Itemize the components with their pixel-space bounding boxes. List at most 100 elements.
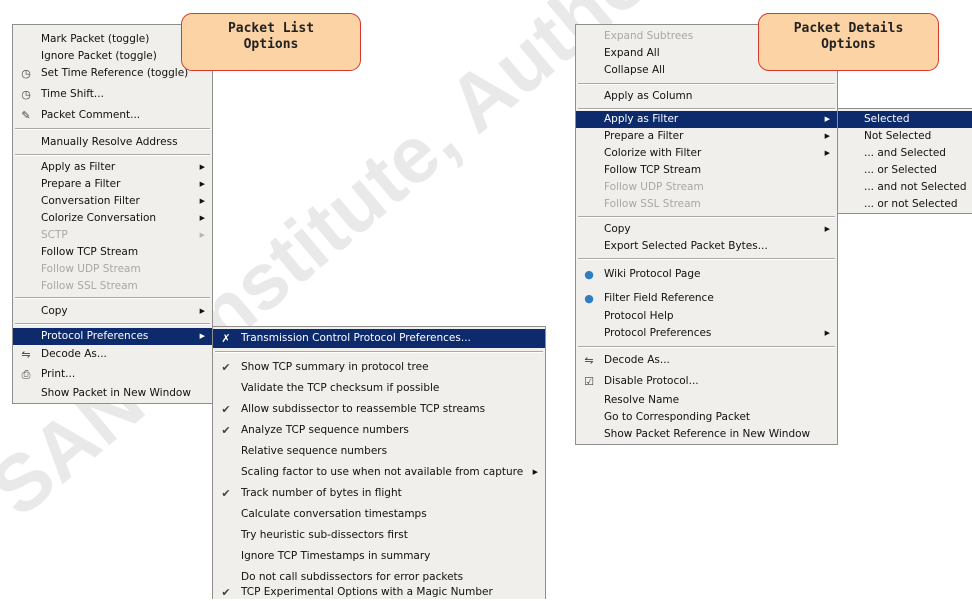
menu-item-analyze-sequence[interactable]: ✔ Analyze TCP sequence numbers <box>213 422 545 439</box>
menu-item-time-shift[interactable]: ◷ Time Shift... <box>13 86 212 103</box>
menu-item-print[interactable]: ⎙ Print... <box>13 366 212 383</box>
menu-item-colorize-with-filter[interactable]: Colorize with Filter ▶ <box>576 145 837 162</box>
menu-item-label: Selected <box>864 113 910 125</box>
menu-item-label: Expand Subtrees <box>604 30 694 42</box>
menu-item-resolve-name[interactable]: Resolve Name <box>576 392 837 409</box>
menu-item-copy[interactable]: Copy ▶ <box>13 303 212 320</box>
menu-item-label: Follow TCP Stream <box>41 246 139 258</box>
menu-item-ignore-timestamps[interactable]: Ignore TCP Timestamps in summary <box>213 548 545 565</box>
menu-item-sctp: SCTP ▶ <box>13 227 212 244</box>
menu-item-heuristic-first[interactable]: Try heuristic sub-dissectors first <box>213 527 545 544</box>
menu-item-label: Protocol Preferences <box>41 330 149 342</box>
submenu-arrow-icon: ▶ <box>199 180 205 188</box>
menu-item-allow-reassemble[interactable]: ✔ Allow subdissector to reassemble TCP st… <box>213 401 545 418</box>
menu-item-label: Do not call subdissectors for error pack… <box>241 571 464 583</box>
menu-item-label: Mark Packet (toggle) <box>41 33 150 45</box>
menu-item-label: ... or not Selected <box>864 198 958 210</box>
menu-item-manually-resolve-address[interactable]: Manually Resolve Address <box>13 134 212 151</box>
checkmark-icon: ✔ <box>221 586 231 599</box>
menu-item-prepare-a-filter[interactable]: Prepare a Filter ▶ <box>13 176 212 193</box>
menu-item-apply-as-filter[interactable]: Apply as Filter ▶ <box>13 159 212 176</box>
packet-details-context-menu: Expand Subtrees Expand All Collapse All … <box>575 24 838 445</box>
menu-item-protocol-preferences[interactable]: Protocol Preferences ▶ <box>576 325 837 342</box>
globe-icon: ● <box>584 292 594 305</box>
menu-item-label: ... and Selected <box>864 147 946 159</box>
menu-item-not-selected[interactable]: Not Selected <box>838 128 972 145</box>
menu-item-follow-tcp-stream[interactable]: Follow TCP Stream <box>576 162 837 179</box>
checkmark-icon: ✔ <box>221 361 231 374</box>
menu-item-label: SCTP <box>41 229 68 241</box>
submenu-arrow-icon: ▶ <box>824 132 830 140</box>
menu-item-label: Resolve Name <box>604 394 680 406</box>
menu-item-apply-as-filter[interactable]: Apply as Filter ▶ <box>576 111 837 128</box>
menu-item-relative-sequence[interactable]: Relative sequence numbers <box>213 443 545 460</box>
menu-item-conversation-timestamps[interactable]: Calculate conversation timestamps <box>213 506 545 523</box>
packet-list-context-menu: Mark Packet (toggle) Ignore Packet (togg… <box>12 24 213 404</box>
menu-item-show-packet-in-new-window[interactable]: Show Packet in New Window <box>13 385 212 402</box>
menu-item-and-not-selected[interactable]: ... and not Selected <box>838 179 972 196</box>
menu-item-conversation-filter[interactable]: Conversation Filter ▶ <box>13 193 212 210</box>
menu-item-or-not-selected[interactable]: ... or not Selected <box>838 196 972 213</box>
menu-item-track-bytes-in-flight[interactable]: ✔ Track number of bytes in flight <box>213 485 545 502</box>
menu-item-disable-protocol[interactable]: ☑ Disable Protocol... <box>576 373 837 390</box>
menu-item-follow-udp-stream: Follow UDP Stream <box>576 179 837 196</box>
submenu-arrow-icon: ▶ <box>199 163 205 171</box>
checkbox-icon: ☑ <box>584 375 594 388</box>
menu-separator <box>15 323 210 325</box>
menu-item-colorize-conversation[interactable]: Colorize Conversation ▶ <box>13 210 212 227</box>
menu-separator <box>578 346 835 348</box>
menu-item-set-time-reference[interactable]: ◷ Set Time Reference (toggle) <box>13 65 212 82</box>
submenu-arrow-icon: ▶ <box>824 225 830 233</box>
menu-item-show-packet-reference[interactable]: Show Packet Reference in New Window <box>576 426 837 443</box>
submenu-arrow-icon: ▶ <box>199 214 205 222</box>
menu-item-label: Follow UDP Stream <box>41 263 141 275</box>
menu-item-label: Transmission Control Protocol Preference… <box>241 332 471 344</box>
menu-item-follow-tcp-stream[interactable]: Follow TCP Stream <box>13 244 212 261</box>
menu-item-protocol-help[interactable]: Protocol Help <box>576 308 837 325</box>
menu-item-follow-udp-stream: Follow UDP Stream <box>13 261 212 278</box>
menu-item-apply-as-column[interactable]: Apply as Column <box>576 88 837 105</box>
menu-item-label: Print... <box>41 368 76 380</box>
clock-icon: ◷ <box>21 88 31 101</box>
menu-item-label: Apply as Column <box>604 90 693 102</box>
menu-item-wiki-protocol-page[interactable]: ● Wiki Protocol Page <box>576 266 837 283</box>
menu-item-export-packet-bytes[interactable]: Export Selected Packet Bytes... <box>576 238 837 255</box>
comment-icon: ✎ <box>21 109 31 122</box>
menu-item-packet-comment[interactable]: ✎ Packet Comment... <box>13 107 212 124</box>
menu-item-show-tcp-summary[interactable]: ✔ Show TCP summary in protocol tree <box>213 359 545 376</box>
submenu-arrow-icon: ▶ <box>824 329 830 337</box>
menu-item-experimental-options[interactable]: ✔ TCP Experimental Options with a Magic N… <box>213 584 545 601</box>
menu-item-label: Colorize with Filter <box>604 147 702 159</box>
menu-item-prepare-a-filter[interactable]: Prepare a Filter ▶ <box>576 128 837 145</box>
menu-item-scaling-factor[interactable]: Scaling factor to use when not available… <box>213 464 545 481</box>
menu-item-protocol-preferences[interactable]: Protocol Preferences ▶ <box>13 328 212 345</box>
menu-separator <box>215 351 543 353</box>
callout-line: Packet List <box>227 21 315 36</box>
menu-item-validate-checksum[interactable]: Validate the TCP checksum if possible <box>213 380 545 397</box>
menu-item-and-selected[interactable]: ... and Selected <box>838 145 972 162</box>
menu-item-copy[interactable]: Copy ▶ <box>576 221 837 238</box>
menu-item-label: Export Selected Packet Bytes... <box>604 240 768 252</box>
submenu-arrow-icon: ▶ <box>199 332 205 340</box>
menu-item-decode-as[interactable]: ⇋ Decode As... <box>576 352 837 369</box>
menu-item-label: Follow TCP Stream <box>604 164 702 176</box>
callout-line: Options <box>821 37 876 52</box>
menu-item-or-selected[interactable]: ... or Selected <box>838 162 972 179</box>
menu-item-label: Show TCP summary in protocol tree <box>241 361 429 373</box>
submenu-arrow-icon: ▶ <box>532 468 538 476</box>
menu-item-label: Collapse All <box>604 64 665 76</box>
apply-filter-submenu: Selected Not Selected ... and Selected .… <box>837 108 972 214</box>
menu-item-go-to-corresponding-packet[interactable]: Go to Corresponding Packet <box>576 409 837 426</box>
menu-item-label: Apply as Filter <box>604 113 679 125</box>
menu-item-label: Filter Field Reference <box>604 292 714 304</box>
menu-item-label: Track number of bytes in flight <box>241 487 402 499</box>
menu-item-label: Validate the TCP checksum if possible <box>241 382 440 394</box>
menu-item-tcp-preferences[interactable]: ✗ Transmission Control Protocol Preferenc… <box>213 329 545 348</box>
callout-line: Options <box>243 37 299 52</box>
menu-item-selected[interactable]: Selected <box>838 111 972 128</box>
submenu-arrow-icon: ▶ <box>199 197 205 205</box>
menu-separator <box>15 154 210 156</box>
menu-item-label: Protocol Help <box>604 310 674 322</box>
menu-item-decode-as[interactable]: ⇋ Decode As... <box>13 346 212 363</box>
menu-item-filter-field-reference[interactable]: ● Filter Field Reference <box>576 290 837 307</box>
